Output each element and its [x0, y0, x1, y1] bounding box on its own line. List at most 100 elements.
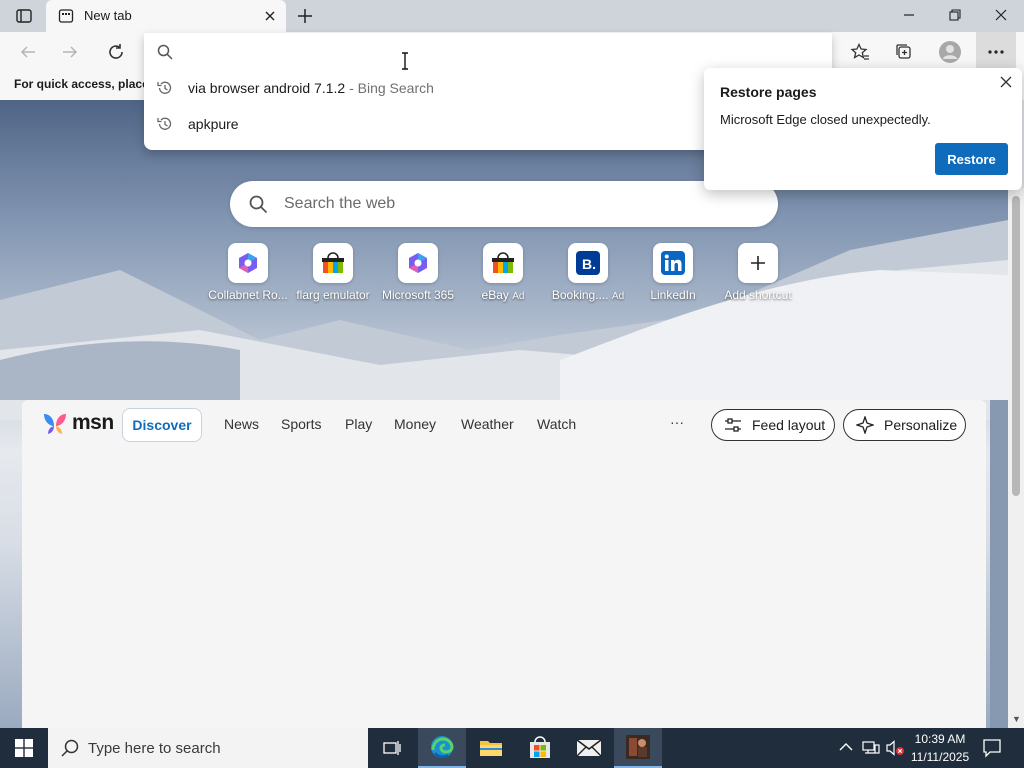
- svg-text:B.: B.: [582, 256, 596, 272]
- minimize-button[interactable]: [886, 0, 932, 30]
- tab-actions-button[interactable]: [10, 6, 38, 26]
- sparkle-icon: [856, 416, 874, 434]
- title-bar: New tab: [0, 0, 1024, 32]
- taskbar-app-thumbnail[interactable]: [614, 728, 662, 768]
- forward-arrow-icon: [63, 46, 78, 58]
- favorites-button[interactable]: [844, 36, 876, 68]
- shortcut-tile: [738, 243, 778, 283]
- network-icon[interactable]: [862, 740, 880, 756]
- shortcut-ebay[interactable]: eBay Ad: [461, 243, 545, 305]
- shortcut-flarg-emulator[interactable]: flarg emulator: [291, 243, 375, 305]
- windows-logo-icon: [15, 739, 33, 757]
- sliders-icon: [725, 418, 741, 432]
- settings-and-more-button[interactable]: [976, 32, 1016, 72]
- restore-window-icon: [949, 9, 961, 21]
- personalize-button[interactable]: Personalize: [843, 409, 966, 441]
- clock-date[interactable]: 11/11/2025: [908, 750, 972, 764]
- back-button[interactable]: [12, 36, 44, 68]
- suggestion-text: apkpure: [188, 116, 239, 132]
- scrollbar-thumb[interactable]: [1012, 196, 1020, 496]
- booking-icon: B.: [576, 251, 600, 275]
- search-icon: [249, 195, 268, 214]
- new-tab-button[interactable]: [294, 6, 316, 26]
- shortcut-label: Add shortcut: [724, 288, 792, 302]
- m365-icon: [239, 253, 257, 273]
- msn-butterfly-icon: [44, 414, 66, 434]
- volume-muted-icon[interactable]: [885, 740, 905, 756]
- store-bag-icon: [492, 252, 514, 273]
- clock-time[interactable]: 10:39 AM: [908, 732, 972, 746]
- text-cursor-icon: [402, 52, 408, 70]
- taskbar-file-explorer[interactable]: [467, 728, 515, 768]
- popup-title: Restore pages: [720, 84, 817, 100]
- scroll-down-icon[interactable]: ▼: [1012, 714, 1021, 724]
- taskbar-store[interactable]: [516, 728, 564, 768]
- shortcut-tile: B.: [568, 243, 608, 283]
- popup-message: Microsoft Edge closed unexpectedly.: [720, 112, 931, 127]
- collections-button[interactable]: [888, 36, 920, 68]
- suggestion-text: via browser android 7.1.2 - Bing Search: [188, 80, 434, 96]
- store-bag-icon: [530, 736, 550, 758]
- more-tabs-button[interactable]: ···: [670, 414, 684, 430]
- taskbar-mail[interactable]: [565, 728, 613, 768]
- plus-icon: [751, 256, 765, 270]
- favorites-star-icon: [850, 43, 869, 60]
- shortcut-collabnet[interactable]: Collabnet Ro...: [206, 243, 290, 305]
- tab-weather[interactable]: Weather: [461, 416, 514, 432]
- tab-watch[interactable]: Watch: [537, 416, 576, 432]
- browser-tab[interactable]: New tab: [46, 0, 286, 32]
- tab-sports[interactable]: Sports: [281, 416, 321, 432]
- personalize-label: Personalize: [884, 417, 958, 433]
- taskbar-search-box[interactable]: Type here to search: [48, 728, 368, 768]
- tab-play[interactable]: Play: [345, 416, 372, 432]
- edge-icon: [431, 736, 454, 758]
- profile-button[interactable]: [934, 36, 966, 68]
- folder-icon: [480, 741, 502, 756]
- taskbar-search-placeholder: Type here to search: [88, 740, 221, 757]
- m365-icon: [409, 253, 427, 273]
- restore-window-button[interactable]: [932, 0, 978, 30]
- close-icon[interactable]: [998, 74, 1014, 90]
- shortcut-microsoft-365[interactable]: Microsoft 365: [376, 243, 460, 305]
- start-button[interactable]: [0, 728, 48, 768]
- shortcut-tile: [483, 243, 523, 283]
- refresh-icon: [109, 44, 123, 59]
- ad-badge: Ad: [512, 291, 525, 302]
- refresh-button[interactable]: [100, 36, 132, 68]
- web-search-box[interactable]: [230, 181, 778, 227]
- msn-wordmark: msn: [72, 411, 114, 434]
- collections-icon: [896, 44, 911, 59]
- address-input[interactable]: [184, 39, 784, 65]
- forward-button[interactable]: [54, 36, 86, 68]
- suggestion-suffix: - Bing Search: [345, 80, 434, 96]
- add-shortcut-button[interactable]: Add shortcut: [716, 243, 800, 305]
- shortcut-linkedin[interactable]: LinkedIn: [631, 243, 715, 305]
- new-tab-page-icon: [58, 9, 74, 23]
- web-search-input[interactable]: [284, 192, 744, 216]
- taskbar-edge[interactable]: [418, 728, 466, 768]
- tab-discover[interactable]: Discover: [122, 408, 202, 442]
- back-arrow-icon: [20, 46, 35, 58]
- app-image-icon: [626, 735, 650, 759]
- close-icon: [995, 9, 1007, 21]
- close-tab-icon[interactable]: [262, 8, 278, 24]
- profile-avatar-icon: [939, 41, 961, 63]
- favorites-bar-hint: For quick access, place y: [14, 77, 159, 91]
- show-hidden-icons-chevron-icon[interactable]: [839, 742, 853, 752]
- store-bag-icon: [322, 252, 344, 273]
- shortcut-tile: [228, 243, 268, 283]
- shortcut-tile: [313, 243, 353, 283]
- shortcut-booking[interactable]: B. Booking.... Ad: [546, 243, 630, 305]
- notifications-icon[interactable]: [982, 738, 1002, 758]
- tab-money[interactable]: Money: [394, 416, 436, 432]
- restore-button[interactable]: Restore: [935, 143, 1008, 175]
- feed-layout-button[interactable]: Feed layout: [711, 409, 835, 441]
- tab-news[interactable]: News: [224, 416, 259, 432]
- search-icon: [61, 739, 79, 757]
- msn-logo[interactable]: msn: [42, 408, 114, 438]
- mail-icon: [576, 739, 602, 757]
- page-scrollbar[interactable]: ▼: [1008, 188, 1024, 728]
- close-window-button[interactable]: [978, 0, 1024, 30]
- task-view-button[interactable]: [368, 728, 416, 768]
- history-icon: [157, 81, 172, 94]
